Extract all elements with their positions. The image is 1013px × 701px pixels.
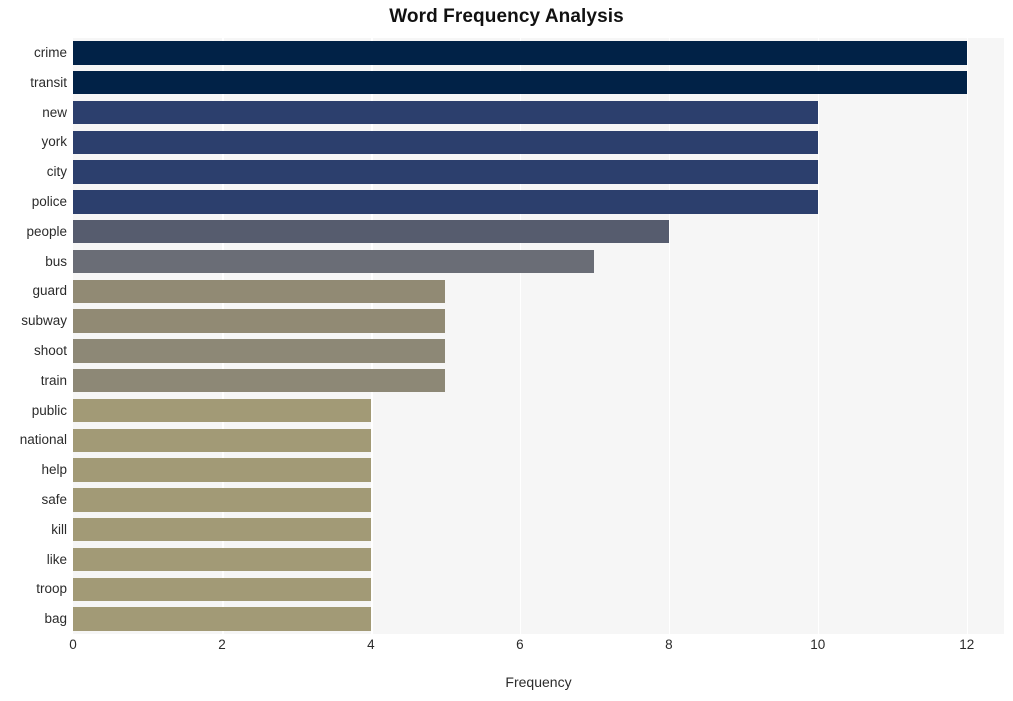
gridline-x-10 [817, 38, 820, 634]
y-tick-label-national: national [19, 432, 67, 448]
x-tick-label-12: 12 [959, 637, 975, 652]
bar-like [73, 547, 371, 572]
bar-row [73, 249, 1004, 274]
bar-train [73, 369, 446, 393]
y-tick-label-transit: transit [30, 74, 67, 90]
y-tick-label-guard: guard [32, 283, 67, 299]
chart-title: Word Frequency Analysis [389, 6, 624, 27]
y-tick-label-new: new [42, 104, 67, 120]
gridline-x-12 [966, 38, 969, 634]
bar-people [73, 220, 669, 244]
bar-row [73, 458, 1004, 482]
bar-row [73, 309, 1004, 333]
plot-area [73, 38, 1004, 634]
bar-crime [73, 41, 967, 65]
y-tick-label-public: public [31, 402, 67, 418]
bar-help [73, 458, 371, 482]
y-tick-label-train: train [40, 372, 67, 388]
gridline-x-4 [370, 38, 373, 634]
y-tick-label-bag: bag [44, 611, 67, 627]
bar-row [73, 100, 1004, 125]
x-tick-label-10: 10 [810, 637, 826, 652]
x-axis-title: Frequency [505, 674, 572, 690]
bar-troop [73, 577, 371, 601]
bar-row [73, 428, 1004, 452]
bar-kill [73, 518, 371, 542]
bar-safe [73, 488, 371, 512]
y-tick-label-safe: safe [41, 491, 67, 507]
y-tick-label-bus: bus [45, 253, 67, 269]
y-tick-label-shoot: shoot [33, 342, 67, 358]
bar-police [73, 190, 818, 214]
bar-national [73, 428, 371, 452]
bar-row [73, 220, 1004, 244]
y-tick-label-troop: troop [36, 581, 67, 597]
y-tick-label-police: police [31, 193, 67, 209]
bar-row [73, 398, 1004, 423]
y-tick-label-york: york [41, 134, 67, 150]
bar-row [73, 607, 1004, 631]
bar-row [73, 518, 1004, 542]
bar-public [73, 398, 371, 423]
gridline-x-8 [668, 38, 671, 634]
gridline-x-2 [221, 38, 224, 634]
x-tick-label-0: 0 [69, 637, 77, 652]
y-tick-label-subway: subway [21, 313, 67, 329]
bar-bus [73, 249, 595, 274]
bar-row [73, 369, 1004, 393]
bar-row [73, 577, 1004, 601]
x-tick-label-6: 6 [516, 637, 524, 652]
bar-shoot [73, 339, 446, 363]
word-frequency-chart: Word Frequency Analysis crime transit new y… [0, 0, 1013, 701]
bar-row [73, 547, 1004, 572]
bar-transit [73, 71, 967, 95]
bar-bag [73, 607, 371, 631]
bar-row [73, 190, 1004, 214]
bar-row [73, 71, 1004, 95]
x-tick-label-4: 4 [367, 637, 375, 652]
bar-york [73, 130, 818, 154]
y-tick-label-city: city [46, 164, 67, 180]
bar-city [73, 160, 818, 184]
x-tick-label-8: 8 [665, 637, 673, 652]
bar-row [73, 41, 1004, 65]
y-tick-label-help: help [41, 462, 67, 478]
bar-subway [73, 309, 446, 333]
y-tick-label-people: people [26, 223, 67, 239]
bar-row [73, 130, 1004, 154]
bar-row [73, 488, 1004, 512]
bar-row [73, 339, 1004, 363]
gridline-x-6 [519, 38, 522, 634]
y-axis-tick-labels: crime transit new york city police people bus gu… [0, 38, 67, 634]
x-axis-tick-labels: 0 2 4 6 8 10 12 [0, 638, 1013, 664]
bar-row [73, 279, 1004, 303]
y-tick-label-like: like [46, 551, 67, 567]
bar-guard [73, 279, 446, 303]
bar-row [73, 160, 1004, 184]
y-tick-label-kill: kill [51, 521, 67, 537]
bar-new [73, 100, 818, 125]
x-tick-label-2: 2 [218, 637, 226, 652]
y-tick-label-crime: crime [34, 44, 67, 60]
